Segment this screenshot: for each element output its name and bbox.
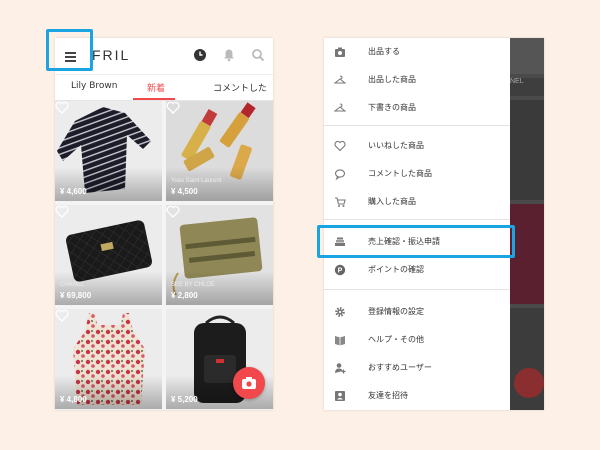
heart-icon[interactable] — [55, 101, 69, 114]
menu-item-label: ポイントの確認 — [368, 265, 424, 274]
comment-icon — [334, 169, 346, 180]
home-screen: FRIL Lily Brown 新着 コメントした ¥ 4,600 Yves S… — [55, 38, 273, 410]
book-icon — [335, 336, 345, 346]
menu-item-label: ヘルプ・その他 — [368, 335, 424, 344]
product-brand: CHANEL — [60, 282, 85, 288]
menu-item-label: 下書きの商品 — [368, 103, 416, 112]
product-price: ¥ 2,800 — [171, 291, 198, 300]
divider — [324, 125, 510, 126]
clock-icon[interactable] — [193, 48, 207, 62]
app-logo: FRIL — [92, 47, 131, 63]
heart-icon[interactable] — [166, 101, 180, 114]
tab-commented[interactable]: コメントした — [213, 81, 267, 94]
user-add-icon — [335, 363, 346, 374]
camera-icon — [335, 47, 345, 57]
cart-icon — [335, 197, 346, 207]
product-card[interactable]: ¥ 4,800 — [55, 309, 162, 409]
sell-camera-button[interactable] — [233, 367, 265, 399]
gear-icon — [335, 307, 345, 317]
divider — [324, 219, 510, 220]
menu-item-label: おすすめユーザー — [368, 363, 432, 372]
product-card[interactable]: ¥ 4,600 — [55, 101, 162, 201]
menu-item-purchased[interactable]: 購入した商品 — [324, 188, 510, 216]
hanger-icon — [334, 75, 346, 84]
category-tabs: Lily Brown 新着 コメントした — [55, 75, 273, 101]
menu-item-listed[interactable]: 出品した商品 — [324, 66, 510, 94]
sales-item-highlight — [317, 225, 515, 258]
menu-icon-highlight — [46, 29, 93, 71]
menu-item-drafts[interactable]: 下書きの商品 — [324, 94, 510, 122]
product-price: ¥ 5,200 — [171, 395, 198, 404]
svg-text:P: P — [338, 268, 343, 275]
menu-item-label: 出品した商品 — [368, 75, 416, 84]
menu-item-label: 友達を招待 — [368, 391, 408, 400]
menu-item-settings[interactable]: 登録情報の設定 — [324, 298, 510, 326]
heart-icon[interactable] — [166, 205, 180, 218]
menu-item-label: コメントした商品 — [368, 169, 432, 178]
tab-lily-brown[interactable]: Lily Brown — [71, 81, 117, 91]
menu-item-points[interactable]: P ポイントの確認 — [324, 256, 510, 284]
menu-item-help[interactable]: ヘルプ・その他 — [324, 326, 510, 354]
points-icon: P — [334, 264, 346, 276]
product-card[interactable]: Yves Saint Laurent ¥ 4,500 — [166, 101, 273, 201]
product-price: ¥ 4,500 — [171, 187, 198, 196]
bell-icon[interactable] — [222, 48, 236, 62]
product-price: ¥ 69,800 — [60, 291, 92, 300]
heart-icon — [334, 140, 346, 152]
product-price: ¥ 4,800 — [60, 395, 87, 404]
menu-item-label: 出品する — [368, 47, 400, 56]
heart-icon[interactable] — [55, 205, 69, 218]
menu-item-label: 購入した商品 — [368, 197, 416, 206]
menu-item-label: 登録情報の設定 — [368, 307, 424, 316]
dimmed-background: NEL — [510, 38, 544, 410]
invite-icon — [335, 391, 345, 401]
menu-item-invite[interactable]: 友達を招待 — [324, 382, 510, 410]
side-menu-screen: NEL 出品する 出品した商品 下書きの商品 いいねした商品 コメントした商品 — [324, 38, 544, 410]
divider — [324, 289, 510, 290]
side-menu: 出品する 出品した商品 下書きの商品 いいねした商品 コメントした商品 購入した… — [324, 38, 510, 410]
peek-tab-label: NEL — [510, 78, 544, 96]
menu-item-sell[interactable]: 出品する — [324, 38, 510, 66]
product-card[interactable]: CHANEL ¥ 69,800 — [55, 205, 162, 305]
menu-item-recommended-users[interactable]: おすすめユーザー — [324, 354, 510, 382]
active-tab-indicator — [133, 98, 175, 100]
search-icon[interactable] — [251, 48, 265, 62]
product-price: ¥ 4,600 — [60, 187, 87, 196]
menu-item-commented[interactable]: コメントした商品 — [324, 160, 510, 188]
product-grid: ¥ 4,600 Yves Saint Laurent ¥ 4,500 CHANE… — [55, 101, 273, 410]
camera-icon — [242, 377, 256, 389]
product-card[interactable]: SEE BY CHLOE ¥ 2,800 — [166, 205, 273, 305]
hanger-icon — [334, 103, 346, 112]
product-brand: Yves Saint Laurent — [171, 178, 222, 184]
product-brand: SEE BY CHLOE — [171, 282, 215, 288]
menu-item-liked[interactable]: いいねした商品 — [324, 132, 510, 160]
menu-item-label: いいねした商品 — [368, 141, 424, 150]
heart-icon[interactable] — [55, 309, 69, 322]
tab-new[interactable]: 新着 — [147, 81, 165, 94]
